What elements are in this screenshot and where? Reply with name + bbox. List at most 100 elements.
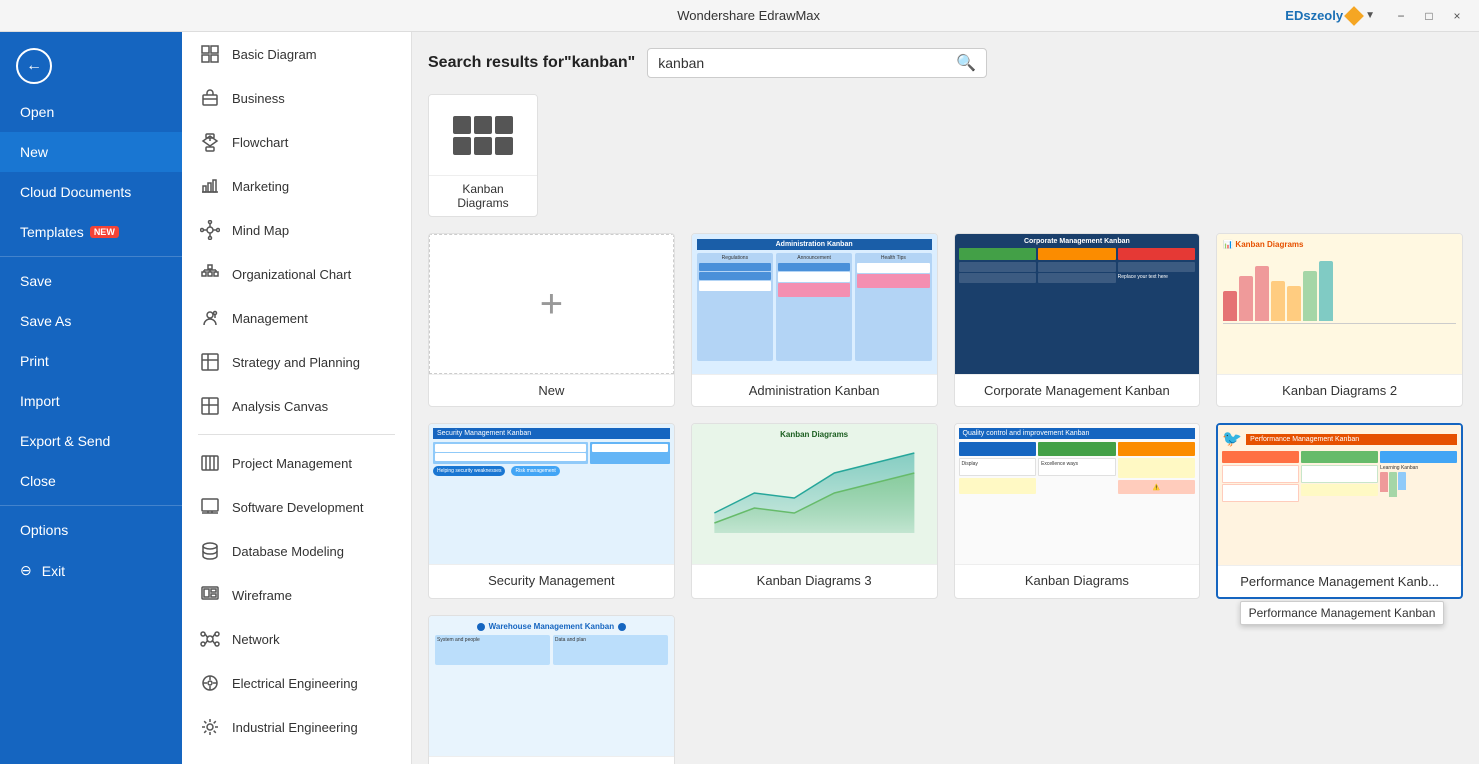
user-diamond-icon [1344,6,1364,26]
category-electrical[interactable]: Electrical Engineering [182,661,411,705]
category-mindmap[interactable]: Mind Map [182,208,411,252]
industrial-icon [198,715,222,739]
main-layout: ← Open New Cloud Documents Templates NEW… [0,32,1479,764]
kanban-diagrams-preview: Quality control and improvement Kanban D… [955,424,1200,564]
category-industrial[interactable]: Industrial Engineering [182,705,411,749]
warehouse-kanban-label: Warehouse Management Kanban [429,756,674,764]
kanban-diagrams-3-preview: Kanban Diagrams [692,424,937,564]
category-analysis-label: Analysis Canvas [232,399,328,414]
kanban-category-label: Kanban Diagrams [429,175,537,216]
template-warehouse-kanban[interactable]: Warehouse Management Kanban System and p… [428,615,675,764]
admin-kanban-preview: Administration Kanban Regulations Announ… [692,234,937,374]
plus-icon: + [540,282,563,327]
admin-kanban-label: Administration Kanban [692,374,937,406]
category-basic-diagram[interactable]: Basic Diagram [182,32,411,76]
back-button[interactable]: ← [16,48,52,84]
sidebar-item-export[interactable]: Export & Send [0,421,182,461]
category-strategy[interactable]: Strategy and Planning [182,340,411,384]
category-business-label: Business [232,91,285,106]
sidebar-item-save-as[interactable]: Save As [0,301,182,341]
cloud-label: Cloud Documents [20,184,131,200]
corp-kanban-preview: Corporate Management Kanban [955,234,1200,374]
kanban-diagrams-label: Kanban Diagrams [955,564,1200,596]
user-dropdown-icon[interactable]: ▼ [1365,10,1375,21]
orgchart-icon [198,262,222,286]
flowchart-icon [198,130,222,154]
category-electrical-label: Electrical Engineering [232,676,358,691]
strategy-icon [198,350,222,374]
database-icon [198,539,222,563]
network-icon [198,627,222,651]
kanban-category-card[interactable]: Kanban Diagrams [428,94,538,217]
new-blank-preview: + [429,234,674,374]
template-perf-kanban[interactable]: 🐦 Performance Management Kanban [1216,423,1463,599]
sidebar-item-close[interactable]: Close [0,461,182,501]
search-results-label: Search results for"kanban" [428,54,635,72]
category-marketing[interactable]: Marketing [182,164,411,208]
sidebar-back-area: ← [0,32,182,92]
sidebar-item-cloud[interactable]: Cloud Documents [0,172,182,212]
perf-kanban-label: Performance Management Kanb... [1218,565,1461,597]
category-management-label: Management [232,311,308,326]
category-analysis[interactable]: Analysis Canvas [182,384,411,428]
sidebar-item-import[interactable]: Import [0,381,182,421]
import-label: Import [20,393,60,409]
template-security-mgmt[interactable]: Security Management Kanban Helping s [428,423,675,599]
username: EDszeoly [1285,8,1343,23]
category-network-label: Network [232,632,280,647]
export-label: Export & Send [20,433,110,449]
category-database-label: Database Modeling [232,544,344,559]
electrical-icon [198,671,222,695]
business-icon [198,86,222,110]
mindmap-icon [198,218,222,242]
category-flowchart[interactable]: Flowchart [182,120,411,164]
template-corp-kanban[interactable]: Corporate Management Kanban [954,233,1201,407]
sidebar-divider-2 [0,505,182,506]
category-building[interactable]: Building Plan [182,749,411,764]
search-icon[interactable]: 🔍 [956,53,976,73]
templates-label: Templates [20,224,84,240]
sidebar-item-print[interactable]: Print [0,341,182,381]
maximize-button[interactable]: □ [1419,6,1439,26]
close-button[interactable]: × [1447,6,1467,26]
sidebar-item-exit[interactable]: ⊖ Exit [0,550,182,591]
print-label: Print [20,353,49,369]
kanban-diagrams-3-label: Kanban Diagrams 3 [692,564,937,596]
category-management[interactable]: Management [182,296,411,340]
category-marketing-label: Marketing [232,179,289,194]
minimize-button[interactable]: − [1391,6,1411,26]
category-orgchart-label: Organizational Chart [232,267,351,282]
project-icon [198,451,222,475]
kanban-diagrams-2-label: Kanban Diagrams 2 [1217,374,1462,406]
category-database[interactable]: Database Modeling [182,529,411,573]
template-kanban-diagrams-3[interactable]: Kanban Diagrams [691,423,938,599]
template-admin-kanban[interactable]: Administration Kanban Regulations Announ… [691,233,938,407]
save-label: Save [20,273,52,289]
sidebar-item-save[interactable]: Save [0,261,182,301]
kanban-category-icon-area [429,95,537,175]
sidebar-item-templates[interactable]: Templates NEW [0,212,182,252]
sidebar-item-open[interactable]: Open [0,92,182,132]
title-bar: Wondershare EdrawMax EDszeoly ▼ − □ × [0,0,1479,32]
category-wireframe[interactable]: Wireframe [182,573,411,617]
category-network[interactable]: Network [182,617,411,661]
sidebar-item-new[interactable]: New [0,132,182,172]
category-project[interactable]: Project Management [182,441,411,485]
category-orgchart[interactable]: Organizational Chart [182,252,411,296]
building-icon [198,759,222,764]
category-business[interactable]: Business [182,76,411,120]
category-project-label: Project Management [232,456,352,471]
open-label: Open [20,104,54,120]
template-new-blank[interactable]: + New [428,233,675,407]
new-blank-label: New [429,374,674,406]
save-as-label: Save As [20,313,71,329]
sidebar-item-options[interactable]: Options [0,510,182,550]
template-kanban-diagrams-2[interactable]: 📊 Kanban Diagrams Kanban Di [1216,233,1463,407]
sidebar-nav: Open New Cloud Documents Templates NEW S… [0,92,182,591]
exit-label: Exit [42,563,65,579]
category-software[interactable]: Software Development [182,485,411,529]
category-separator-1 [198,434,395,435]
template-kanban-diagrams[interactable]: Quality control and improvement Kanban D… [954,423,1201,599]
search-input[interactable] [658,55,956,71]
close-label: Close [20,473,56,489]
